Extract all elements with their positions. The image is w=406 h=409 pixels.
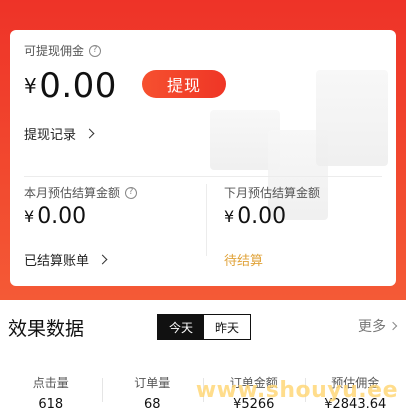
date-tabs: 今天 昨天	[157, 314, 251, 340]
chevron-right-icon	[388, 321, 398, 331]
stat-label: 订单量	[134, 376, 171, 390]
effect-data-section: 效果数据 今天 昨天 更多 点击量 618 订单量 68 订单金额 ¥5266 …	[0, 300, 406, 409]
more-label: 更多	[358, 319, 386, 335]
balance-label: 可提现佣金	[24, 44, 85, 58]
stat-value: 618	[38, 397, 64, 409]
stat-label: 点击量	[32, 376, 69, 390]
this-month-label-row: 本月预估结算金额 ?	[24, 184, 138, 201]
divider	[24, 176, 382, 177]
settled-bills-link[interactable]: 已结算账单	[24, 250, 108, 269]
watermark: www.shouyu.ee	[195, 378, 398, 403]
next-month-label: 下月预估结算金额	[224, 186, 321, 200]
divider	[206, 184, 207, 256]
settled-bills-label: 已结算账单	[24, 254, 90, 269]
pending-label: 待结算	[224, 254, 264, 269]
withdraw-button[interactable]: 提现	[142, 70, 226, 98]
balance-label-row: 可提现佣金 ?	[24, 42, 102, 59]
balance-value: 0.00	[39, 66, 117, 106]
stat-orders: 订单量 68	[101, 374, 204, 409]
this-month-label: 本月预估结算金额	[24, 186, 121, 200]
next-month-value: 0.00	[237, 204, 287, 229]
withdraw-records-label: 提现记录	[24, 128, 77, 143]
chevron-right-icon	[97, 254, 108, 265]
this-month-value: 0.00	[37, 204, 87, 229]
stat-clicks: 点击量 618	[0, 374, 102, 409]
chevron-right-icon	[84, 128, 95, 139]
currency-symbol: ¥	[24, 74, 38, 98]
commission-card: 可提现佣金 ? ¥ 0.00 提现 提现记录 本月预估结算金额 ? ¥ 0.00…	[10, 30, 396, 286]
next-month-label-row: 下月预估结算金额	[224, 184, 320, 201]
decorative-box	[316, 70, 388, 166]
currency-symbol: ¥	[224, 207, 235, 226]
more-link[interactable]: 更多	[358, 316, 398, 336]
pending-status: 待结算	[224, 250, 263, 269]
help-icon[interactable]: ?	[125, 186, 138, 199]
section-title: 效果数据	[8, 318, 85, 340]
next-month-amount: ¥ 0.00	[224, 204, 286, 229]
withdraw-records-link[interactable]: 提现记录	[24, 124, 95, 143]
this-month-amount: ¥ 0.00	[24, 204, 86, 229]
currency-symbol: ¥	[24, 207, 35, 226]
tab-today[interactable]: 今天	[158, 315, 204, 339]
tab-yesterday[interactable]: 昨天	[204, 315, 250, 339]
stat-value: 68	[143, 397, 161, 409]
help-icon[interactable]: ?	[89, 44, 102, 57]
balance-amount: ¥ 0.00	[24, 66, 117, 106]
